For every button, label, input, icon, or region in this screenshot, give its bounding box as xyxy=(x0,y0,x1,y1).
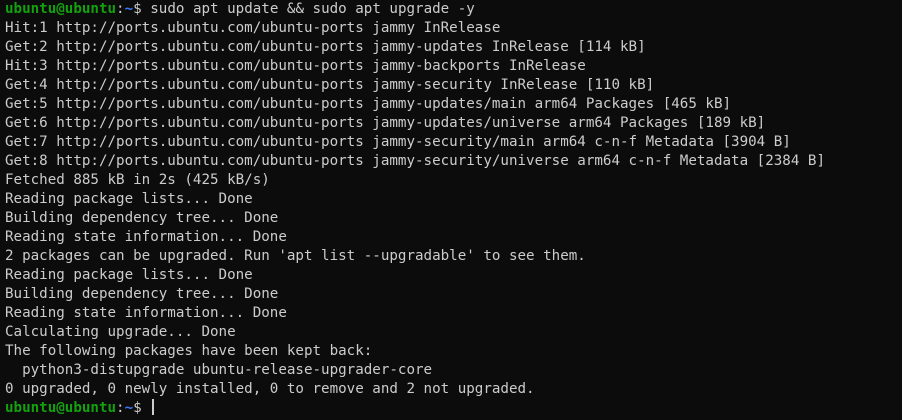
output-line: Get:2 http://ports.ubuntu.com/ubuntu-por… xyxy=(5,39,646,55)
terminal-window[interactable]: ubuntu@ubuntu:~$ sudo apt update && sudo… xyxy=(0,0,902,420)
output-line: Building dependency tree... Done xyxy=(5,210,279,226)
output-line: Reading state information... Done xyxy=(5,229,287,245)
output-line: Reading state information... Done xyxy=(5,305,287,321)
output-line: Reading package lists... Done xyxy=(5,267,253,283)
command-line: ubuntu@ubuntu:~$ sudo apt update && sudo… xyxy=(5,0,902,19)
prompt-symbol: $ xyxy=(133,400,151,416)
command-text: sudo apt update && sudo apt upgrade -y xyxy=(150,1,475,17)
text-cursor[interactable] xyxy=(152,399,155,415)
prompt-separator: : xyxy=(116,1,125,17)
output-line: Get:6 http://ports.ubuntu.com/ubuntu-por… xyxy=(5,115,766,131)
prompt-path: ~ xyxy=(124,400,134,416)
prompt-separator: : xyxy=(116,400,125,416)
prompt-path: ~ xyxy=(124,1,134,17)
output-line: python3-distupgrade ubuntu-release-upgra… xyxy=(5,362,433,378)
output-line: Building dependency tree... Done xyxy=(5,286,279,302)
output-line: Hit:1 http://ports.ubuntu.com/ubuntu-por… xyxy=(5,20,501,36)
output-line: Get:5 http://ports.ubuntu.com/ubuntu-por… xyxy=(5,96,732,112)
active-prompt-line[interactable]: ubuntu@ubuntu:~$ xyxy=(5,399,902,418)
output-line: Get:8 http://ports.ubuntu.com/ubuntu-por… xyxy=(5,153,825,169)
output-line: Get:4 http://ports.ubuntu.com/ubuntu-por… xyxy=(5,77,655,93)
output-line: 2 packages can be upgraded. Run 'apt lis… xyxy=(5,248,586,264)
output-line: 0 upgraded, 0 newly installed, 0 to remo… xyxy=(5,381,535,397)
output-line: The following packages have been kept ba… xyxy=(5,343,373,359)
prompt-symbol: $ xyxy=(133,1,151,17)
prompt-user-host: ubuntu@ubuntu xyxy=(5,400,117,416)
output-line: Reading package lists... Done xyxy=(5,191,253,207)
output-line: Fetched 885 kB in 2s (425 kB/s) xyxy=(5,172,270,188)
output-line: Calculating upgrade... Done xyxy=(5,324,236,340)
command-output: Hit:1 http://ports.ubuntu.com/ubuntu-por… xyxy=(5,19,902,399)
prompt-user-host: ubuntu@ubuntu xyxy=(5,1,117,17)
output-line: Hit:3 http://ports.ubuntu.com/ubuntu-por… xyxy=(5,58,586,74)
output-line: Get:7 http://ports.ubuntu.com/ubuntu-por… xyxy=(5,134,791,150)
